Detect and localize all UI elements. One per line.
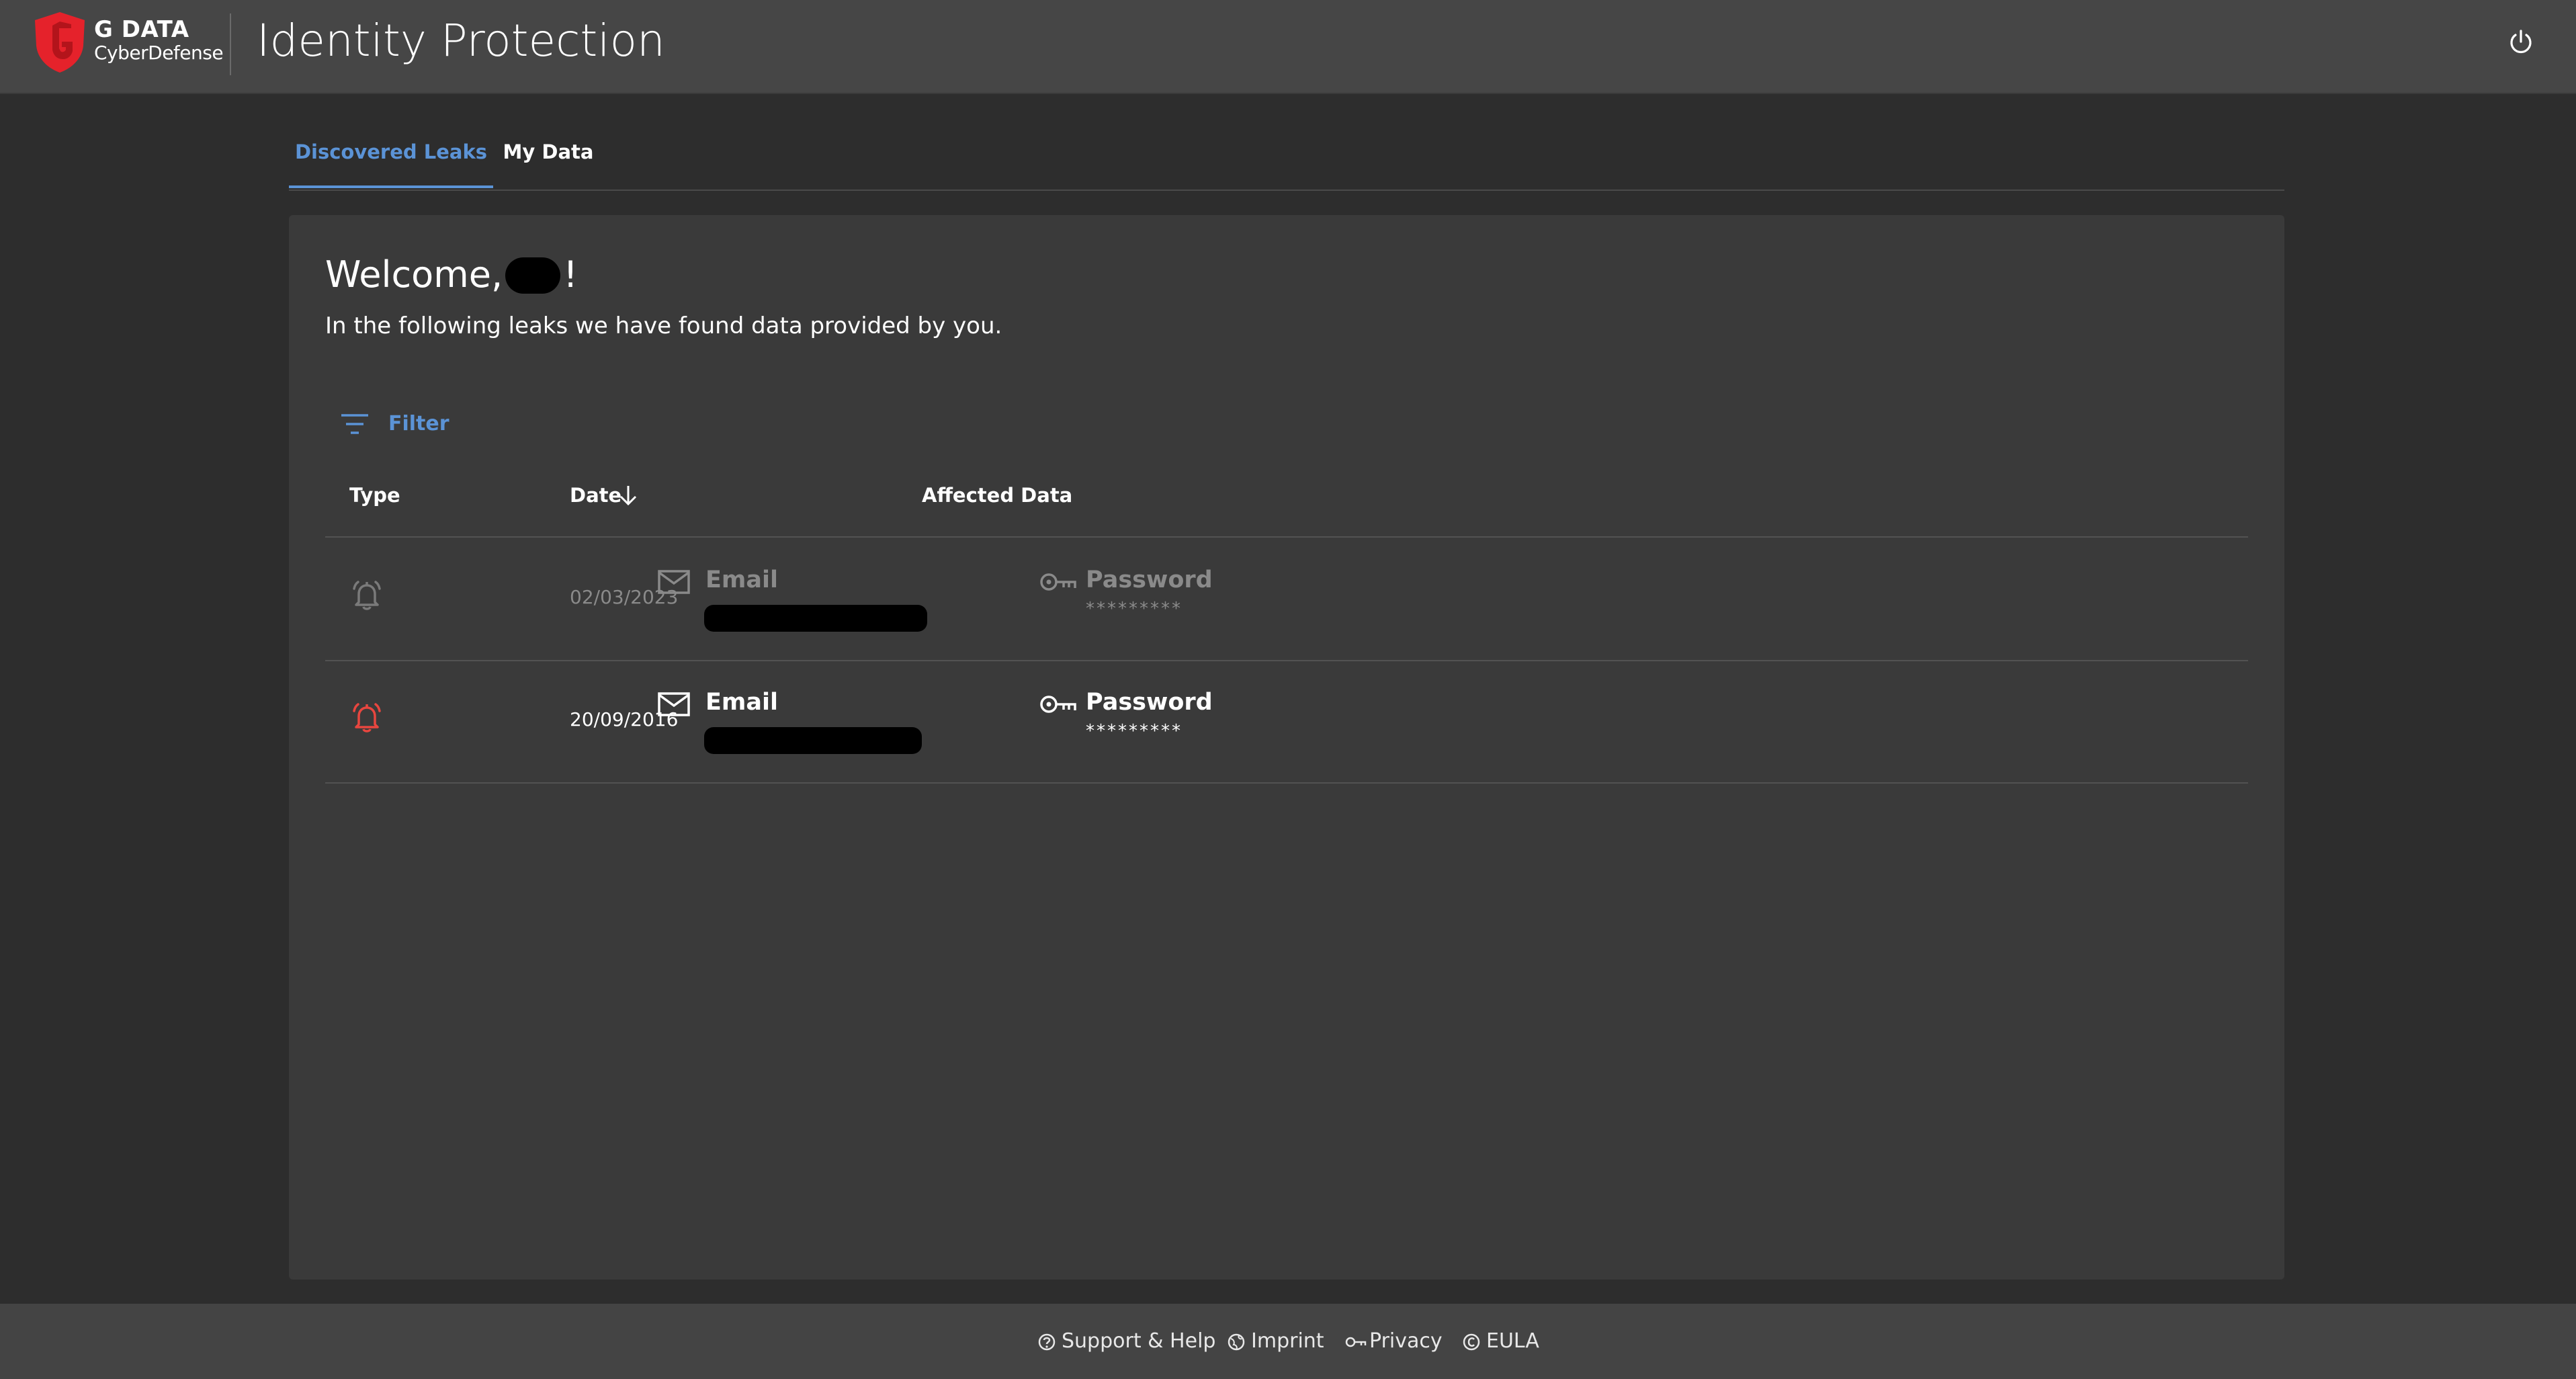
password-mask: ********* [1086,599,1183,619]
footer-link-label: Privacy [1369,1329,1443,1353]
footer-link-label: EULA [1486,1329,1539,1353]
alarm-bell-icon [353,581,381,610]
table-row[interactable]: 20/09/2016 Email Password ********* [325,660,2248,781]
alarm-bell-icon [353,703,381,733]
filter-label: Filter [388,412,449,435]
app-header: G DATA CyberDefense Identity Protection [0,0,2576,94]
key-icon [1040,573,1076,591]
sort-descending-icon[interactable] [618,484,638,507]
tab-bar: Discovered Leaks My Data [289,125,2284,191]
welcome-heading: Welcome,! [325,251,578,298]
copyright-icon [1463,1333,1480,1351]
page-footer: Support & Help Imprint Privacy EULA [0,1304,2576,1379]
tab-discovered-leaks[interactable]: Discovered Leaks [289,125,493,188]
row-divider [325,782,2248,784]
redacted-email [704,605,927,632]
leaks-card: Welcome,! In the following leaks we have… [289,215,2284,1280]
welcome-suffix: ! [563,253,578,296]
redacted-username [505,257,561,294]
key-icon [1345,1337,1367,1347]
redacted-email [704,727,922,754]
password-label: Password [1086,689,1213,716]
column-header-affected-data: Affected Data [922,484,1073,507]
table-row[interactable]: 02/03/2023 Email Password ********* [325,538,2248,659]
power-icon[interactable] [2507,28,2534,55]
footer-link-label: Imprint [1251,1329,1324,1353]
filter-icon [341,414,368,434]
key-icon [1040,696,1076,713]
tab-my-data[interactable]: My Data [493,125,603,188]
welcome-prefix: Welcome, [325,253,503,296]
column-header-date[interactable]: Date [570,478,621,512]
globe-icon [1228,1333,1245,1351]
welcome-subtitle: In the following leaks we have found dat… [325,312,1002,339]
password-mask: ********* [1086,721,1183,741]
footer-link-label: Support & Help [1062,1329,1216,1353]
email-icon [658,692,690,716]
app-title: Identity Protection [257,15,665,67]
email-icon [658,570,690,594]
password-label: Password [1086,567,1213,593]
help-icon [1038,1333,1056,1351]
email-label: Email [705,689,778,716]
header-divider [230,13,231,75]
brand-name: G DATA [94,16,189,43]
email-label: Email [705,567,778,593]
gdata-shield-logo-icon [35,12,85,73]
column-header-type: Type [349,484,400,507]
brand-subname: CyberDefense [94,42,224,64]
